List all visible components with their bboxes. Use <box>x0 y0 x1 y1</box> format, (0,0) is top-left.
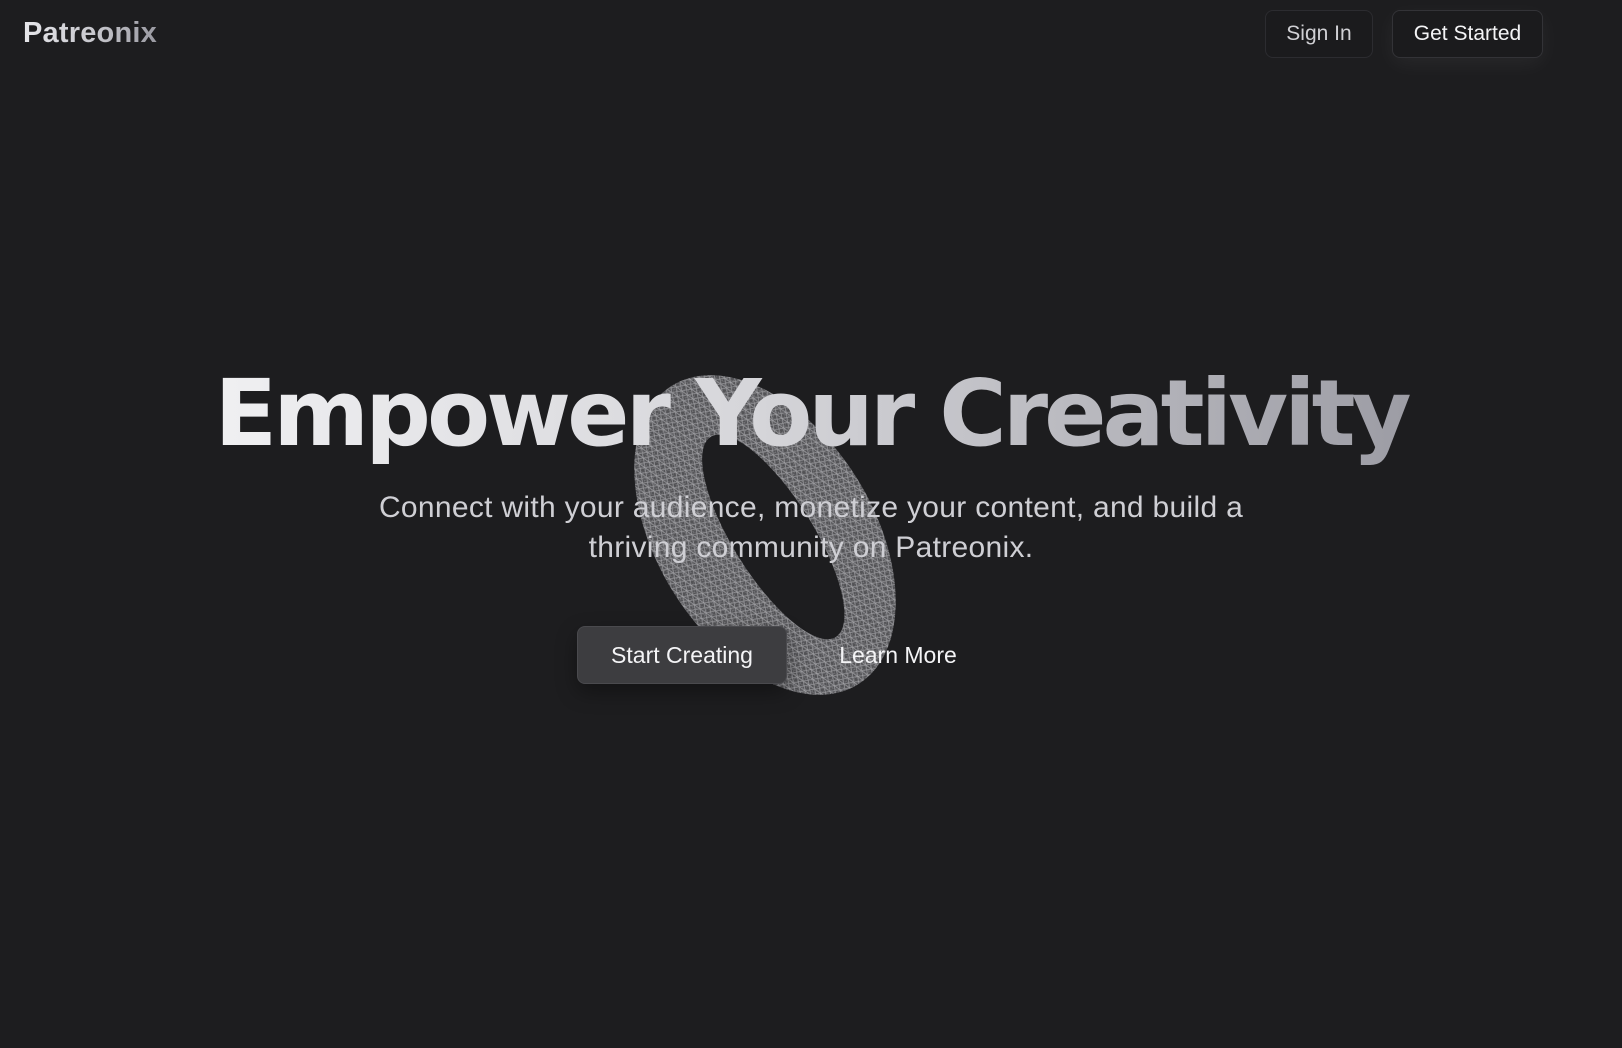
start-creating-button[interactable]: Start Creating <box>577 626 787 684</box>
hero-headline: Empower Your Creativity <box>208 360 1413 468</box>
top-nav: Patreonix Sign In Get Started <box>0 0 1622 70</box>
brand-logo[interactable]: Patreonix <box>23 17 157 50</box>
hero-subtitle: Connect with your audience, monetize you… <box>378 491 1244 564</box>
hero-section: Empower Your Creativity Connect with you… <box>0 360 1622 568</box>
hero-cta-row: Start Creating Learn More <box>0 626 1622 684</box>
get-started-button[interactable]: Get Started <box>1392 10 1543 58</box>
sign-in-button[interactable]: Sign In <box>1265 10 1373 58</box>
learn-more-button[interactable]: Learn More <box>808 626 988 684</box>
